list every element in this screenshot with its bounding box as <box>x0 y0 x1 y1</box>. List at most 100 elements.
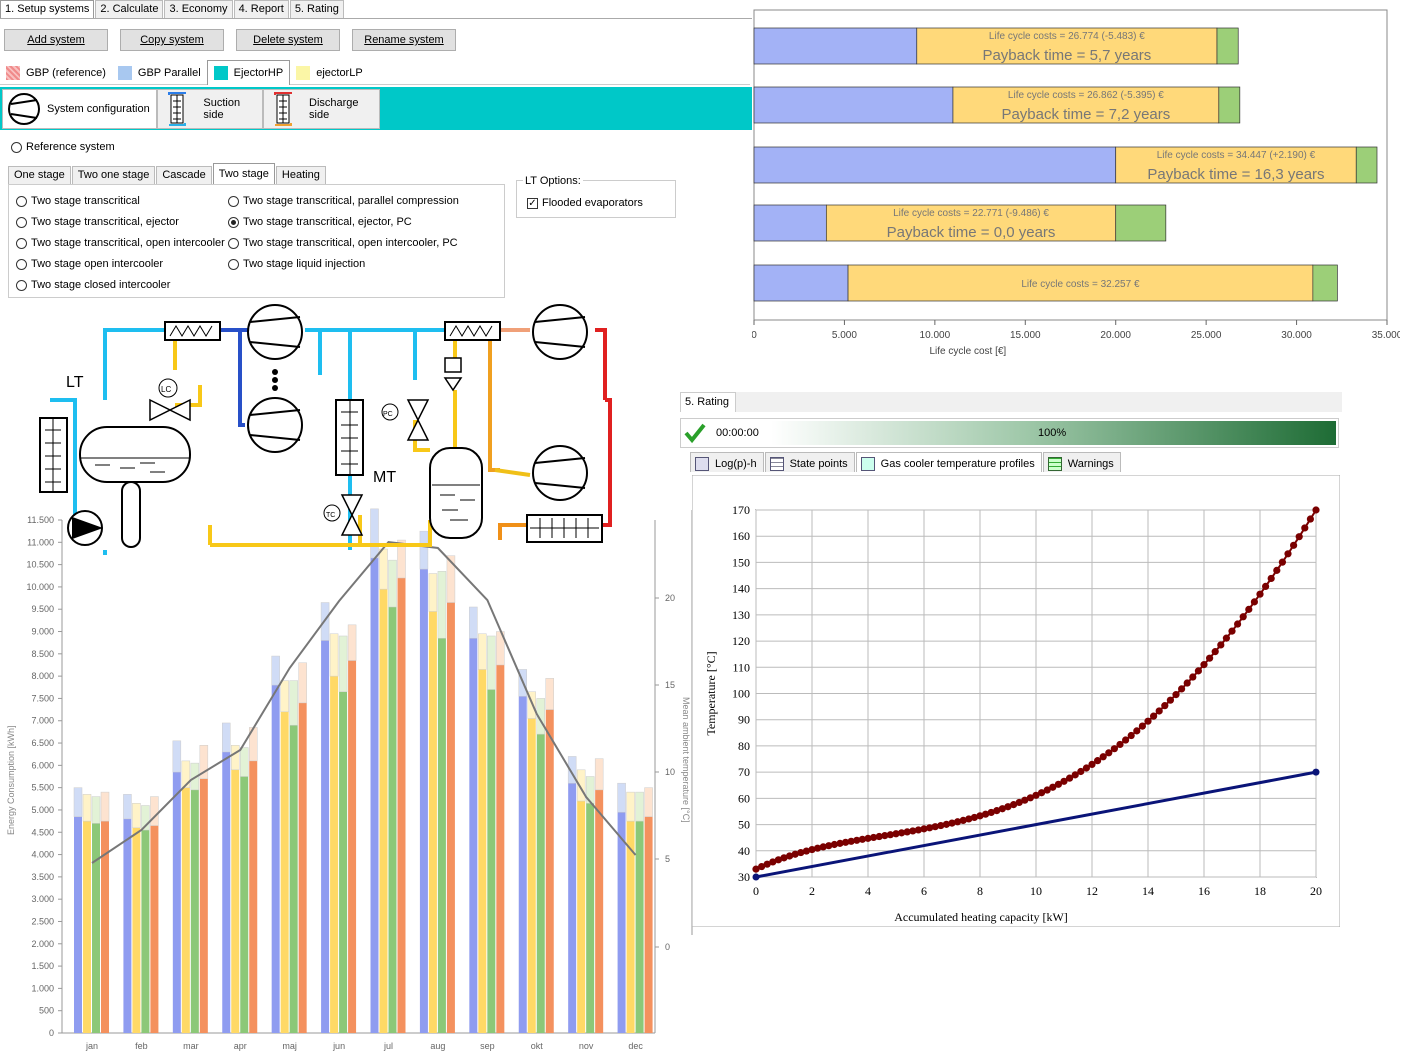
system-tab-ejectorhp[interactable]: EjectorHP <box>206 60 291 85</box>
energy-bar-top <box>594 758 604 791</box>
rating-header: 5. Rating <box>680 392 1342 412</box>
y-tick-label: 40 <box>738 844 750 858</box>
energy-bar <box>83 821 91 1033</box>
system-diagram: LC PC TC LT MT <box>39 304 612 555</box>
x-tick-label: 18 <box>1254 884 1266 898</box>
lt-separator-icon <box>79 426 191 483</box>
rename-system-label: Rename system <box>364 34 444 46</box>
tab-system-configuration[interactable]: System configuration <box>2 89 157 129</box>
tab-logph[interactable]: Log(p)-h <box>690 452 764 472</box>
x-tick-label: 35.000 <box>1372 330 1400 341</box>
option-two-stage-transcritical[interactable]: Two stage transcritical <box>16 195 140 207</box>
receiver-icon <box>429 447 483 539</box>
co2-point <box>1178 685 1186 693</box>
month-label: okt <box>531 1041 544 1051</box>
y-tick-label: 2.000 <box>31 939 54 949</box>
option-two-stage-transcritical-ejector[interactable]: Two stage transcritical, ejector <box>16 216 179 228</box>
bar-label-payback: Payback time = 0,0 years <box>887 224 1056 241</box>
tab-discharge-side[interactable]: Discharge side <box>263 89 380 129</box>
option-two-stage-closed-intercooler[interactable]: Two stage closed intercooler <box>16 279 170 291</box>
compressor-icon <box>8 93 40 125</box>
x-tick-label: 0 <box>753 884 759 898</box>
y2-axis-label: Mean ambient temperature [°C] <box>681 697 691 823</box>
delete-system-button[interactable]: Delete system <box>236 29 340 51</box>
energy-bar <box>437 638 446 1033</box>
co2-point <box>1228 627 1236 635</box>
y-tick-label: 5.500 <box>31 783 54 793</box>
option-two-stage-transcritical-open-intercooler[interactable]: Two stage transcritical, open intercoole… <box>16 237 225 249</box>
y2-tick-label: 0 <box>665 942 670 952</box>
system-color-swatch <box>117 66 132 80</box>
bar-label-lcc: Life cycle costs = 34.447 (+2.190) € <box>1157 150 1316 161</box>
energy-bar-top <box>437 571 447 639</box>
expansion-valve-icon <box>149 398 191 422</box>
bar-label-payback: Payback time = 5,7 years <box>982 47 1151 64</box>
system-tab-gbp-parallel[interactable]: GBP Parallel <box>112 62 207 84</box>
radio-circle <box>16 279 27 291</box>
tab-cascade[interactable]: Cascade <box>156 166 212 184</box>
progress-percent: 100% <box>1038 427 1067 439</box>
energy-bar <box>446 602 455 1033</box>
bar-maintenance <box>1312 264 1338 302</box>
add-system-button[interactable]: Add system <box>4 29 108 51</box>
option-label: Two stage transcritical, open intercoole… <box>243 237 458 249</box>
rename-system-button[interactable]: Rename system <box>352 29 456 51</box>
y2-tick-label: 15 <box>665 680 675 690</box>
pc-label: PC <box>383 411 393 418</box>
result-tabs: Log(p)-h State points Gas cooler tempera… <box>690 452 1122 472</box>
copy-system-button[interactable]: Copy system <box>120 29 224 51</box>
option-liquid-injection[interactable]: Two stage liquid injection <box>228 258 365 270</box>
y-tick-label: 100 <box>732 687 750 701</box>
rating-progress: 00:00:00 100% <box>680 418 1339 448</box>
y-tick-label: 60 <box>738 791 750 805</box>
energy-bar <box>388 606 397 1033</box>
tab-heating[interactable]: Heating <box>275 166 326 184</box>
tab-gas-cooler-profiles[interactable]: Gas cooler temperature profiles <box>855 452 1042 472</box>
reference-system-radio[interactable]: Reference system <box>11 141 115 153</box>
option-open-intercooler-pc[interactable]: Two stage transcritical, open intercoole… <box>228 237 458 249</box>
option-ejector-pc[interactable]: Two stage transcritical, ejector, PC <box>228 216 412 228</box>
tab-two-stage[interactable]: Two stage <box>212 163 275 184</box>
co2-point <box>1262 582 1270 590</box>
energy-bar-top <box>379 548 388 590</box>
energy-bar <box>190 789 199 1033</box>
tab-label: Warnings <box>1067 458 1114 470</box>
check-icon <box>684 423 706 444</box>
energy-bar-top <box>644 787 653 817</box>
x-tick-label: 15.000 <box>1010 330 1041 341</box>
month-label: aug <box>430 1041 445 1051</box>
system-tab-gbp-reference[interactable]: GBP (reference) <box>0 62 112 84</box>
month-label: nov <box>579 1041 594 1051</box>
y-tick-label: 5.000 <box>31 805 54 815</box>
energy-bar <box>321 640 330 1033</box>
config-tab-label: Discharge side <box>309 97 359 121</box>
tab-suction-side[interactable]: Suction side <box>157 89 263 129</box>
y-tick-label: 3.500 <box>31 872 54 882</box>
energy-bar <box>181 787 190 1033</box>
option-two-stage-open-intercooler[interactable]: Two stage open intercooler <box>16 258 163 270</box>
x-tick-label: 20.000 <box>1100 330 1131 341</box>
system-tab-ejectorlp[interactable]: ejectorLP <box>290 62 368 84</box>
co2-point <box>1172 691 1180 699</box>
system-tabs: GBP (reference) GBP Parallel EjectorHP e… <box>0 60 750 85</box>
water-start-point <box>752 873 760 881</box>
tab-divider <box>0 18 752 19</box>
tab-report[interactable]: 4. Report <box>233 0 289 18</box>
x-tick-label: 2 <box>809 884 815 898</box>
tab-warnings[interactable]: Warnings <box>1042 452 1121 472</box>
energy-bar <box>339 691 348 1033</box>
tab-one-stage[interactable]: One stage <box>8 166 71 184</box>
tab-state-points[interactable]: State points <box>764 452 855 472</box>
tab-calculate[interactable]: 2. Calculate <box>95 0 164 18</box>
tab-two-one-stage[interactable]: Two one stage <box>71 166 156 184</box>
tab-rating[interactable]: 5. Rating <box>289 0 344 18</box>
tab-economy[interactable]: 3. Economy <box>164 0 233 18</box>
option-parallel-compression[interactable]: Two stage transcritical, parallel compre… <box>228 195 459 207</box>
x-tick-label: 10 <box>1030 884 1042 898</box>
energy-bar <box>527 718 536 1033</box>
y-tick-label: 80 <box>738 739 750 753</box>
tab-label: State points <box>789 458 848 470</box>
y-tick-label: 10.500 <box>26 560 54 570</box>
tab-setup-systems[interactable]: 1. Setup systems <box>0 0 95 18</box>
flooded-evaporators-checkbox[interactable]: ✓ Flooded evaporators <box>527 197 643 209</box>
